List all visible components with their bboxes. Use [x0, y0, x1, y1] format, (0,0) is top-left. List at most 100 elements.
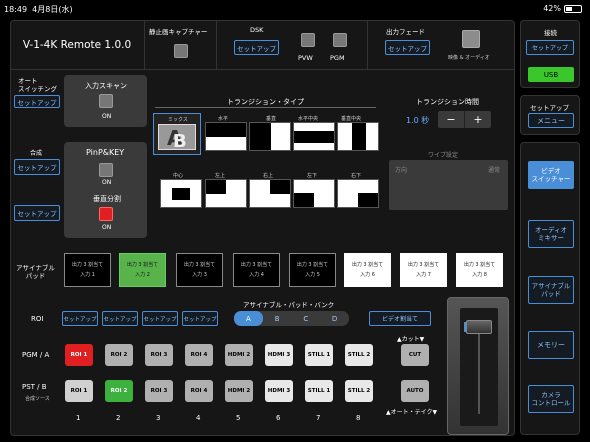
pst-button-4[interactable]: ROI 4	[185, 380, 213, 402]
tbar-handle[interactable]	[466, 320, 492, 334]
assignable-pad-2[interactable]: 出力 3 割当て 入力 2	[119, 253, 166, 287]
transition-horizontal[interactable]	[205, 122, 247, 151]
assignable-pad-4[interactable]: 出力 3 割当て 入力 4	[233, 253, 280, 287]
pinp-state: ON	[102, 179, 112, 186]
usb-button[interactable]: USB	[528, 67, 574, 82]
still-capture-label: 静止画キャプチャー	[149, 28, 208, 36]
pst-label: PST / B	[22, 383, 47, 391]
transition-vcenter-label: 垂直中央	[341, 116, 362, 122]
channel-number-2: 2	[116, 414, 121, 422]
pgm-button-5[interactable]: HDMI 2	[225, 344, 253, 366]
transition-vcenter[interactable]	[337, 122, 379, 151]
transition-time-minus[interactable]: −	[438, 111, 465, 128]
roi-label: ROI	[31, 315, 44, 323]
app-title: V-1-4K Remote 1.0.0	[22, 38, 132, 51]
dsk-setup-button[interactable]: セットアップ	[234, 40, 279, 55]
transition-time-stepper: − +	[438, 111, 491, 128]
transition-topright-label: 右上	[263, 173, 274, 179]
assignable-pad-7[interactable]: 出力 3 割当て 入力 7	[400, 253, 447, 287]
input-scan-panel: 入力スキャン ON	[64, 75, 147, 127]
pst-button-7[interactable]: STILL 1	[305, 380, 333, 402]
channel-number-1: 1	[76, 414, 81, 422]
mix-icon: AB	[158, 124, 196, 152]
pinp-toggle[interactable]	[99, 163, 113, 177]
roi-setup-4[interactable]: セットアップ	[182, 311, 218, 326]
pst-button-3[interactable]: ROI 3	[145, 380, 173, 402]
channel-number-7: 7	[316, 414, 321, 422]
pst-button-8[interactable]: STILL 2	[345, 380, 373, 402]
battery-indicator: 42%	[543, 4, 582, 13]
wipe-setting-panel[interactable]: 方向 通常	[389, 160, 508, 210]
pgm-button-6[interactable]: HDMI 3	[265, 344, 293, 366]
auto-switching-label: オート スイッチング	[18, 77, 57, 93]
video-switcher-tab[interactable]: ビデオ スイッチャー	[528, 161, 574, 189]
roi-setup-1[interactable]: セットアップ	[62, 311, 98, 326]
roi-setup-3[interactable]: セットアップ	[142, 311, 178, 326]
pst-button-1[interactable]: ROI 1	[65, 380, 93, 402]
pad-bank-label: アサイナブル・パッド・バンク	[243, 301, 335, 309]
transition-time-label: トランジション時間	[416, 98, 479, 106]
bank-c[interactable]: C	[292, 311, 321, 326]
auto-switching-setup-button[interactable]: セットアップ	[14, 95, 60, 108]
output-fade-button[interactable]	[462, 30, 480, 48]
split-toggle[interactable]	[99, 207, 113, 221]
transition-hcenter[interactable]	[293, 122, 335, 151]
video-assign-button[interactable]: ビデオ割当て	[369, 311, 431, 326]
compose-setup-button[interactable]: セットアップ	[14, 159, 60, 175]
still-capture-button[interactable]	[174, 44, 188, 58]
dsk-pgm-toggle[interactable]	[333, 33, 347, 47]
pst-button-2[interactable]: ROI 2	[105, 380, 133, 402]
pgm-button-4[interactable]: ROI 4	[185, 344, 213, 366]
transition-mix[interactable]: ミックス AB	[153, 113, 201, 155]
svg-text:B: B	[173, 131, 187, 149]
channel-number-5: 5	[236, 414, 241, 422]
input-scan-state: ON	[102, 113, 112, 120]
assignable-pad-tab[interactable]: アサイナブル パッド	[528, 276, 574, 304]
transition-topleft[interactable]	[205, 179, 247, 208]
tbar-track	[460, 308, 498, 426]
compose-setup-button-2[interactable]: セットアップ	[14, 205, 60, 221]
connection-setup-button[interactable]: セットアップ	[526, 40, 574, 55]
output-fade-setup-button[interactable]: セットアップ	[385, 40, 430, 55]
bank-d[interactable]: D	[320, 311, 349, 326]
pst-button-5[interactable]: HDMI 2	[225, 380, 253, 402]
transition-bottomleft[interactable]	[293, 179, 335, 208]
pgm-button-3[interactable]: ROI 3	[145, 344, 173, 366]
transition-type-title: トランジション・タイプ	[227, 98, 304, 106]
menu-button[interactable]: メニュー	[528, 113, 574, 128]
assignable-pad-8[interactable]: 出力 3 割当て 入力 8	[456, 253, 503, 287]
tbar-stem	[478, 334, 480, 414]
pgm-button-2[interactable]: ROI 2	[105, 344, 133, 366]
audio-mixer-tab[interactable]: オーディオ ミキサー	[528, 220, 574, 248]
camera-control-tab[interactable]: カメラ コントロール	[528, 385, 574, 413]
auto-button[interactable]: AUTO	[401, 380, 429, 402]
assignable-pad-3[interactable]: 出力 3 割当て 入力 3	[176, 253, 223, 287]
pst-button-6[interactable]: HDMI 3	[265, 380, 293, 402]
assignable-pad-6[interactable]: 出力 3 割当て 入力 6	[344, 253, 391, 287]
transition-center[interactable]	[160, 179, 202, 208]
wipe-setting-label: ワイプ設定	[428, 152, 459, 159]
input-scan-toggle[interactable]	[99, 94, 113, 108]
transition-topright[interactable]	[249, 179, 291, 208]
dsk-pvw-toggle[interactable]	[301, 33, 315, 47]
transition-bottomright-label: 右下	[351, 173, 362, 179]
dsk-area: DSK セットアップ PVW PGM	[217, 20, 368, 70]
roi-setup-2[interactable]: セットアップ	[102, 311, 138, 326]
assignable-pad-1[interactable]: 出力 3 割当て 入力 1	[64, 253, 111, 287]
cut-button[interactable]: CUT	[401, 344, 429, 366]
pgm-button-8[interactable]: STILL 2	[345, 344, 373, 366]
compose-label: 合成	[30, 150, 43, 157]
transition-center-label: 中心	[173, 173, 184, 179]
connection-panel: 接続 セットアップ USB	[520, 20, 580, 88]
bank-b[interactable]: B	[263, 311, 292, 326]
bank-a[interactable]: A	[234, 311, 263, 326]
channel-number-8: 8	[356, 414, 361, 422]
memory-tab[interactable]: メモリー	[528, 331, 574, 359]
transition-time-plus[interactable]: +	[465, 111, 491, 128]
transition-bottomright[interactable]	[337, 179, 379, 208]
assignable-pad-5[interactable]: 出力 3 割当て 入力 5	[289, 253, 336, 287]
transition-vertical[interactable]	[249, 122, 291, 151]
transition-divider	[155, 107, 376, 108]
pgm-button-7[interactable]: STILL 1	[305, 344, 333, 366]
pgm-button-1[interactable]: ROI 1	[65, 344, 93, 366]
